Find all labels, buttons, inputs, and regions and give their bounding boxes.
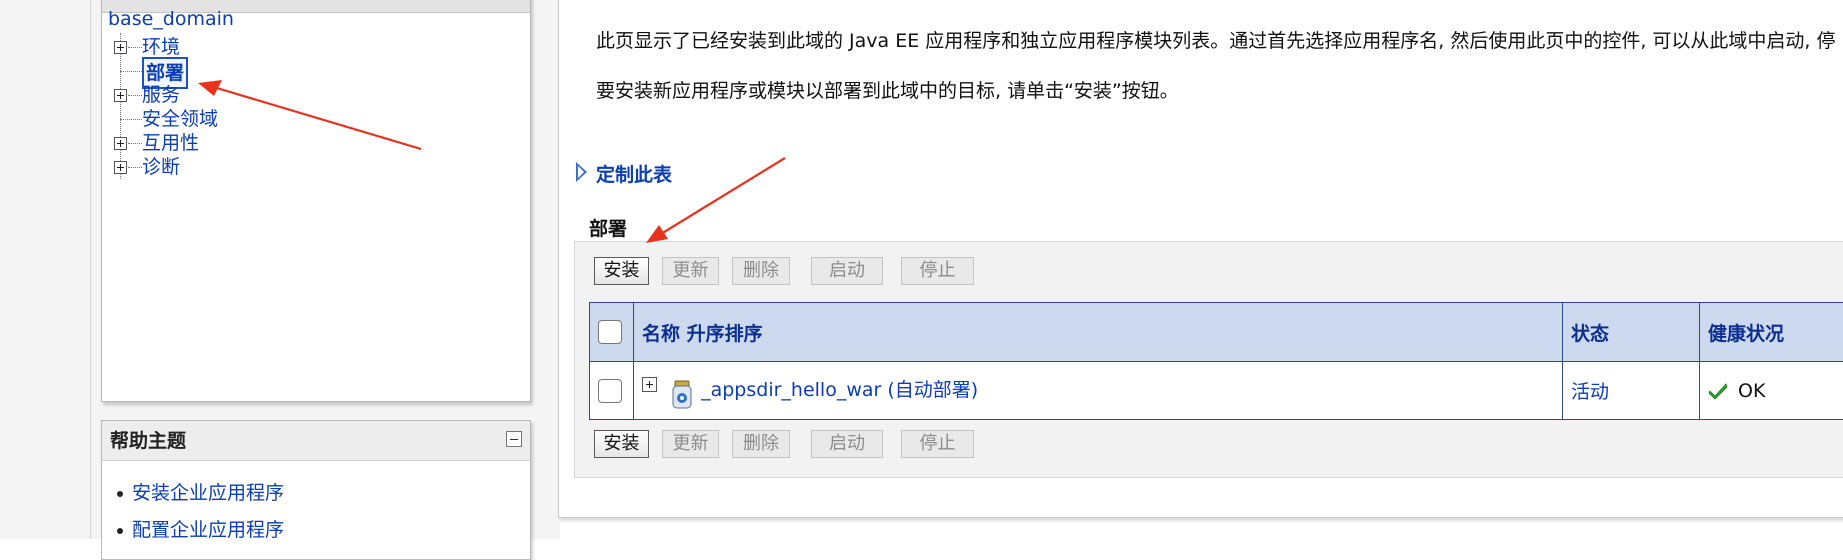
tree-connector — [120, 33, 121, 179]
collapse-icon[interactable] — [506, 431, 522, 447]
domain-structure-panel: base_domain 环境 部署 服务 安全领域 互用性 诊断 — [101, 0, 531, 402]
update-button[interactable]: 更新 — [662, 257, 719, 285]
customize-table-label[interactable]: 定制此表 — [596, 160, 672, 187]
deployments-section-title: 部署 — [589, 214, 627, 241]
list-item: 安装企业应用程序 — [102, 475, 530, 512]
help-topics-title: 帮助主题 — [110, 430, 186, 452]
stop-button-bottom[interactable]: 停止 — [901, 430, 974, 458]
deployment-name-link[interactable]: _appsdir_hello_war (自动部署) — [701, 379, 978, 401]
tree-item-label[interactable]: 诊断 — [142, 153, 180, 181]
expand-icon[interactable] — [114, 137, 127, 150]
intro-text-line1: 此页显示了已经安装到此域的 Java EE 应用程序和独立应用程序模块列表。通过… — [596, 26, 1836, 53]
delete-button[interactable]: 删除 — [732, 257, 790, 285]
sidebar-divider — [90, 0, 91, 539]
health-status: OK — [1738, 380, 1765, 402]
expand-icon[interactable] — [114, 89, 127, 102]
triangle-right-icon — [576, 162, 587, 182]
row-state-cell: 活动 — [1563, 362, 1700, 420]
column-header-health[interactable]: 健康状况 — [1700, 303, 1843, 362]
jar-icon — [671, 380, 693, 410]
select-all-checkbox[interactable] — [598, 320, 622, 344]
help-topics-header: 帮助主题 — [102, 421, 530, 461]
table-row: _appsdir_hello_war (自动部署) 活动 OK — [590, 362, 1843, 420]
update-button-bottom[interactable]: 更新 — [662, 430, 719, 458]
install-button-bottom[interactable]: 安装 — [594, 430, 649, 458]
expand-icon[interactable] — [114, 41, 127, 54]
help-topics-panel: 帮助主题 安装企业应用程序 配置企业应用程序 — [101, 420, 531, 560]
help-topics-list: 安装企业应用程序 配置企业应用程序 — [102, 461, 530, 549]
column-header-name[interactable]: 名称 升序排序 — [634, 303, 1563, 362]
expand-icon[interactable] — [114, 161, 127, 174]
stop-button[interactable]: 停止 — [901, 257, 974, 285]
deployments-table: 名称 升序排序 状态 健康状况 _appsdir_hello_war (自动部署… — [589, 302, 1843, 420]
state-link[interactable]: 活动 — [1571, 381, 1609, 403]
help-link-configure-app[interactable]: 配置企业应用程序 — [132, 519, 284, 541]
table-header-row: 名称 升序排序 状态 健康状况 — [590, 303, 1843, 362]
row-health-cell: OK — [1700, 362, 1843, 420]
expand-icon[interactable] — [642, 377, 657, 392]
intro-text-line2: 要安装新应用程序或模块以部署到此域中的目标, 请单击“安装”按钮。 — [596, 76, 1179, 103]
list-item: 配置企业应用程序 — [102, 512, 530, 549]
help-link-install-app[interactable]: 安装企业应用程序 — [132, 482, 284, 504]
start-button[interactable]: 启动 — [811, 257, 883, 285]
column-header-state[interactable]: 状态 — [1563, 303, 1700, 362]
row-checkbox[interactable] — [598, 379, 622, 403]
green-check-icon — [1708, 382, 1728, 400]
delete-button-bottom[interactable]: 删除 — [732, 430, 790, 458]
start-button-bottom[interactable]: 启动 — [811, 430, 883, 458]
install-button[interactable]: 安装 — [594, 257, 649, 285]
row-name-cell: _appsdir_hello_war (自动部署) — [634, 362, 1563, 420]
select-all-cell — [590, 303, 634, 362]
tree-root-base-domain[interactable]: base_domain — [108, 5, 234, 33]
row-select-cell — [590, 362, 634, 420]
